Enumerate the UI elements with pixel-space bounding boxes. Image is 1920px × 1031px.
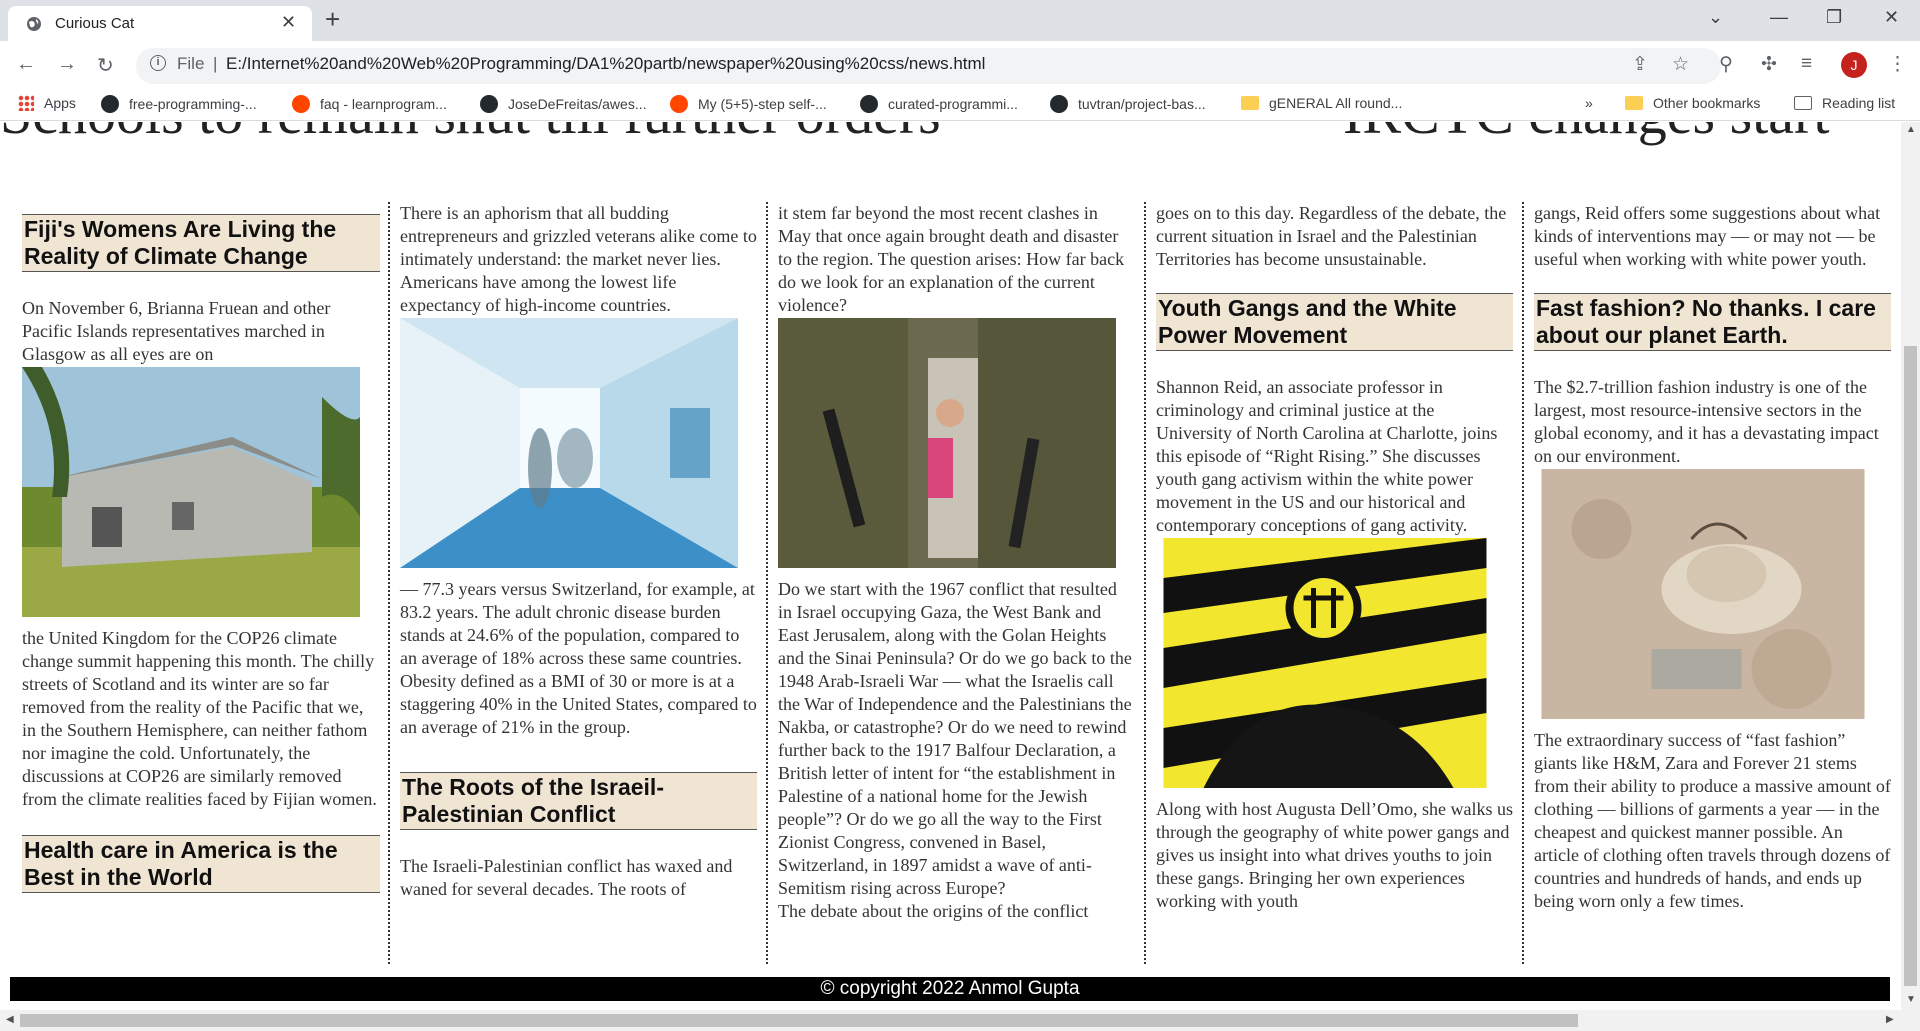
folder-icon (1625, 96, 1643, 110)
scroll-up-arrow-icon[interactable]: ▲ (1906, 124, 1916, 135)
article-text: The extraordinary success of “fast fashi… (1534, 730, 1891, 911)
reddit-icon (292, 95, 310, 113)
article-heading: Fast fashion? No thanks. I care about ou… (1534, 293, 1891, 351)
horizontal-scroll-thumb[interactable] (20, 1014, 1578, 1027)
menu-icon[interactable]: ⋮ (1888, 53, 1907, 76)
back-button[interactable]: ← (16, 53, 36, 76)
close-window-button[interactable]: ✕ (1884, 7, 1899, 28)
browser-tab[interactable]: Curious Cat ✕ (8, 6, 312, 41)
github-icon (1050, 95, 1068, 113)
article-text: There is an aphorism that all budding en… (400, 203, 757, 315)
minimize-button[interactable]: — (1770, 7, 1788, 28)
info-icon[interactable]: i (150, 55, 166, 71)
article-heading: Health care in America is the Best in th… (22, 835, 380, 893)
hospital-corridor-image (400, 318, 738, 568)
horizontal-scrollbar[interactable]: ◀ ▶ (0, 1010, 1920, 1031)
headline-right: IRCTC changes start (1343, 122, 1829, 147)
url-text[interactable]: E:/Internet%20and%20Web%20Programming/DA… (226, 54, 985, 74)
bookmark-item[interactable]: gENERAL All round... (1241, 95, 1402, 111)
close-tab-icon[interactable]: ✕ (281, 12, 296, 33)
article-text: The Israeli-Palestinian conflict has wax… (400, 856, 733, 899)
scroll-right-arrow-icon[interactable]: ▶ (1886, 1014, 1894, 1025)
github-icon (480, 95, 498, 113)
article-text: Along with host Augusta Dell’Omo, she wa… (1156, 799, 1513, 911)
url-separator: | (213, 54, 218, 73)
bookmark-star-icon[interactable]: ☆ (1672, 53, 1689, 76)
url-scheme: File (177, 54, 205, 73)
reload-button[interactable]: ↻ (97, 53, 114, 78)
media-control-icon[interactable]: ≡ (1801, 53, 1812, 75)
reading-list-icon (1794, 96, 1812, 110)
article-text: gangs, Reid offers some suggestions abou… (1534, 203, 1881, 269)
bookmark-item[interactable]: My (5+5)-step self-... (670, 95, 827, 113)
article-text: the United Kingdom for the COP26 climate… (22, 628, 377, 809)
column-4: goes on to this day. Regardless of the d… (1144, 202, 1523, 964)
browser-toolbar: ← → ↻ i File | E:/Internet%20and%20Web%2… (0, 41, 1920, 91)
share-icon[interactable]: ⇪ (1632, 53, 1648, 76)
scroll-left-arrow-icon[interactable]: ◀ (6, 1014, 14, 1025)
extensions-icon[interactable]: ✣ (1761, 53, 1777, 76)
bookmark-item[interactable]: free-programming-... (101, 95, 257, 113)
article-text: The $2.7-trillion fashion industry is on… (1534, 377, 1879, 466)
article-text: Do we start with the 1967 conflict that … (778, 579, 1132, 898)
column-5: gangs, Reid offers some suggestions abou… (1522, 202, 1901, 964)
column-3: it stem far beyond the most recent clash… (766, 202, 1145, 964)
article-text: — 77.3 years versus Switzerland, for exa… (400, 579, 757, 737)
profile-avatar[interactable]: J (1841, 52, 1867, 78)
discarded-hat-image (1541, 469, 1865, 719)
vertical-scroll-thumb[interactable] (1904, 346, 1917, 986)
article-heading: Youth Gangs and the White Power Movement (1156, 293, 1513, 351)
article-heading: The Roots of the Israeil-Palestinian Con… (400, 772, 757, 830)
article-heading: Fiji's Womens Are Living the Reality of … (22, 214, 380, 272)
bookmark-apps[interactable]: Apps (18, 95, 76, 111)
github-icon (101, 95, 119, 113)
apps-grid-icon (18, 95, 34, 111)
column-1: Fiji's Womens Are Living the Reality of … (12, 202, 390, 964)
tab-title: Curious Cat (55, 15, 135, 32)
page-footer: © copyright 2022 Anmol Gupta (10, 977, 1890, 1001)
reddit-icon (670, 95, 688, 113)
restore-button[interactable]: ❐ (1826, 7, 1842, 28)
reading-list[interactable]: Reading list (1794, 95, 1895, 111)
github-icon (860, 95, 878, 113)
forward-button[interactable]: → (57, 53, 77, 76)
article-text: On November 6, Brianna Fruean and other … (22, 298, 331, 364)
other-bookmarks[interactable]: Other bookmarks (1625, 95, 1760, 111)
tab-search-chevron-icon[interactable]: ⌄ (1708, 7, 1723, 28)
bookmark-item[interactable]: tuvtran/project-bas... (1050, 95, 1206, 113)
search-icon[interactable]: ⚲ (1719, 53, 1733, 76)
article-text: it stem far beyond the most recent clash… (778, 203, 1125, 315)
folder-icon (1241, 96, 1259, 110)
white-power-poster-image (1163, 538, 1487, 788)
article-text: goes on to this day. Regardless of the d… (1156, 203, 1507, 269)
new-tab-button[interactable]: + (325, 4, 340, 35)
column-2: There is an aphorism that all budding en… (388, 202, 767, 964)
bookmark-item[interactable]: JoseDeFreitas/awes... (480, 95, 647, 113)
globe-icon (27, 17, 41, 31)
bookmark-item[interactable]: curated-programmi... (860, 95, 1018, 113)
more-bookmarks-button[interactable]: » (1585, 95, 1593, 111)
scroll-down-arrow-icon[interactable]: ▼ (1906, 994, 1916, 1005)
headline-left: Schools to remain shut till further orde… (0, 122, 941, 147)
article-text: The debate about the origins of the conf… (778, 901, 1089, 921)
soldiers-image (778, 318, 1116, 568)
bookmarks-bar: Apps free-programming-... faq - learnpro… (0, 91, 1920, 121)
article-text: Shannon Reid, an associate professor in … (1156, 377, 1498, 535)
page-viewport: Schools to remain shut till further orde… (0, 122, 1901, 1010)
vertical-scrollbar[interactable]: ▲ ▼ (1901, 122, 1920, 1010)
tab-strip: Curious Cat ✕ + ⌄ — ❐ ✕ (0, 0, 1920, 41)
bookmark-item[interactable]: faq - learnprogram... (292, 95, 447, 113)
fiji-house-image (22, 367, 360, 617)
